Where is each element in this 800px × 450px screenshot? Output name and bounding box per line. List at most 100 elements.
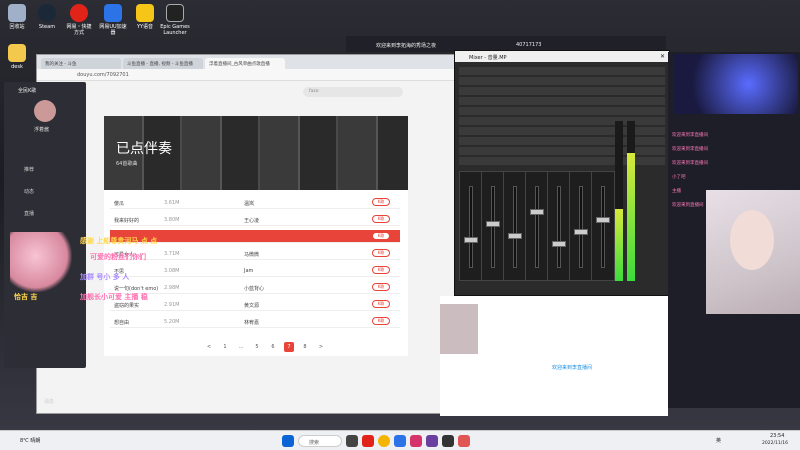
game-art	[674, 54, 798, 114]
desktop-icon-netease[interactable]: 网易・快捷 方式	[64, 4, 94, 36]
pagination: <1... 5 6 7 8 >	[204, 342, 326, 352]
song-name: 盗窃的果实	[114, 303, 140, 309]
song-name: 说一句(don't emo)	[114, 286, 159, 292]
table-row[interactable]: 说一句(don't emo) 2.98M 小蓝背心 K歌	[110, 281, 400, 294]
meter-left-fill	[615, 209, 623, 281]
page-button[interactable]: >	[316, 342, 326, 352]
mixer-window: Mixer - 音量.MP ✕	[454, 50, 670, 296]
sing-button[interactable]: K歌	[372, 232, 390, 240]
fader[interactable]	[469, 186, 473, 268]
desktop-icon-epic[interactable]: Epic Games Launcher	[160, 4, 190, 36]
sing-button[interactable]: K歌	[372, 215, 390, 223]
sing-button[interactable]: K歌	[372, 198, 390, 206]
app-icon-3[interactable]	[394, 435, 406, 447]
page-button[interactable]: 1	[220, 342, 230, 352]
app-icon-5[interactable]	[426, 435, 438, 447]
clock-time[interactable]: 23:54	[770, 433, 784, 439]
fader[interactable]	[557, 186, 561, 268]
search-input[interactable]: fazo	[303, 87, 403, 97]
song-size: 3.61M	[164, 200, 180, 206]
song-name: 想自由	[114, 320, 130, 326]
channel-strip	[547, 171, 571, 281]
nav-recommend[interactable]: 推荐	[24, 166, 34, 173]
app-sidebar: 全民K歌 浮着酱 推荐 动态 直播 消息	[4, 82, 86, 405]
chat-message: 欢迎来到直播间	[672, 203, 704, 208]
overlay-line-5: 加舰长小可爱 主播 稳	[80, 293, 148, 301]
panel-banner: 已点伴奏 64首歌曲	[104, 116, 408, 190]
desktop-icon-yy[interactable]: YY语音	[130, 4, 160, 30]
sing-button[interactable]: K歌	[372, 249, 390, 257]
app-icon-4[interactable]	[410, 435, 422, 447]
app-icon-2[interactable]	[362, 435, 374, 447]
table-row[interactable]: 不思 3.08M Jam K歌	[110, 264, 400, 277]
sing-button[interactable]: K歌	[372, 300, 390, 308]
fader[interactable]	[579, 186, 583, 268]
mixer-title: Mixer - 音量.MP ✕	[455, 51, 669, 62]
start-icon[interactable]	[282, 435, 294, 447]
clock-date[interactable]: 2022/11/16	[762, 441, 788, 446]
sing-button[interactable]: K歌	[372, 317, 390, 325]
weather: 8℃ 晴朗	[20, 438, 41, 444]
fader[interactable]	[535, 186, 539, 268]
nav-live[interactable]: 直播	[24, 210, 34, 217]
fader-knob[interactable]	[464, 236, 478, 243]
app-icon-7[interactable]	[458, 435, 470, 447]
overlay-line-3: 加群 号小 多 人	[80, 273, 130, 281]
desktop-icon-uu[interactable]: 网易UU加速 器	[98, 4, 128, 36]
avatar[interactable]	[34, 100, 56, 122]
page-button[interactable]: <	[204, 342, 214, 352]
steam-icon	[38, 4, 56, 22]
desktop-icon-desk[interactable]: desk	[2, 44, 32, 70]
song-singer: 小蓝背心	[244, 286, 265, 292]
search-input-taskbar[interactable]: 搜索	[298, 435, 342, 447]
tab-follow[interactable]: 我的关注 - 斗鱼	[41, 58, 121, 69]
chat-message: 小了吧	[672, 175, 686, 180]
sing-button[interactable]: K歌	[372, 283, 390, 291]
face	[730, 210, 774, 270]
table-row[interactable]: 可爱女人 3.71M 马微微 K歌	[110, 247, 400, 260]
page-button[interactable]: 7	[284, 342, 294, 352]
song-size: 2.91M	[164, 302, 180, 308]
fader-knob[interactable]	[552, 240, 566, 247]
fader-knob[interactable]	[574, 228, 588, 235]
app-icon-1[interactable]	[346, 435, 358, 447]
address-bar[interactable]: douyu.com/7092701	[37, 69, 455, 81]
table-row[interactable]: 我来好好的 3.80M 王心凌 K歌	[110, 213, 400, 226]
fader[interactable]	[513, 186, 517, 268]
song-size: 2.98M	[164, 285, 180, 291]
table-row[interactable]: 傻瓜 3.61M 温岚 K歌	[110, 196, 400, 209]
sing-button[interactable]: K歌	[372, 266, 390, 274]
meter-left	[615, 121, 623, 281]
stream-topbar-text: 欢迎来到李拓海的秀场之夜	[376, 43, 437, 49]
chrome-icon[interactable]	[378, 435, 390, 447]
input-lang[interactable]: 英	[716, 437, 721, 444]
app-icon-6[interactable]	[442, 435, 454, 447]
overlay-line-2: 可爱的粉丝们你们	[90, 253, 146, 261]
nav-feed[interactable]: 动态	[24, 188, 34, 195]
overlay-line-1: 感谢 上船尊贵河马 点 点	[80, 237, 158, 245]
page-button[interactable]: ...	[236, 342, 246, 352]
table-row[interactable]: 盗窃的果实 2.91M 黄文源 K歌	[110, 298, 400, 311]
fader[interactable]	[601, 186, 605, 268]
song-size: 3.08M	[164, 268, 180, 274]
close-icon[interactable]: ✕	[660, 53, 665, 60]
panel-title: 已点伴奏	[116, 141, 172, 157]
fader-knob[interactable]	[596, 217, 610, 224]
nav-message[interactable]: 消息	[44, 398, 54, 405]
tab-douyu-home[interactable]: 斗鱼直播 - 直播, 视频 - 斗鱼直播	[123, 58, 203, 69]
tab-live-room[interactable]: 浮着直播间_古风单曲点歌直播	[205, 58, 285, 69]
page-button[interactable]: 8	[300, 342, 310, 352]
desktop-icon-recycle-bin[interactable]: 回收站	[2, 4, 32, 30]
app-title: 全民K歌	[18, 88, 37, 94]
fader-knob[interactable]	[486, 221, 500, 228]
fader-knob[interactable]	[508, 232, 522, 239]
fader-knob[interactable]	[530, 209, 544, 216]
recycle-bin-icon	[8, 4, 26, 22]
page-button[interactable]: 5	[252, 342, 262, 352]
desktop-icon-steam[interactable]: Steam	[32, 4, 62, 30]
user-name: 浮着酱	[34, 127, 50, 133]
chat-message: 欢迎来到李直播间	[672, 147, 708, 152]
table-row[interactable]: 想自由 5.20M 林宥嘉 K歌	[110, 315, 400, 328]
page-button[interactable]: 6	[268, 342, 278, 352]
song-name: 傻瓜	[114, 201, 125, 207]
